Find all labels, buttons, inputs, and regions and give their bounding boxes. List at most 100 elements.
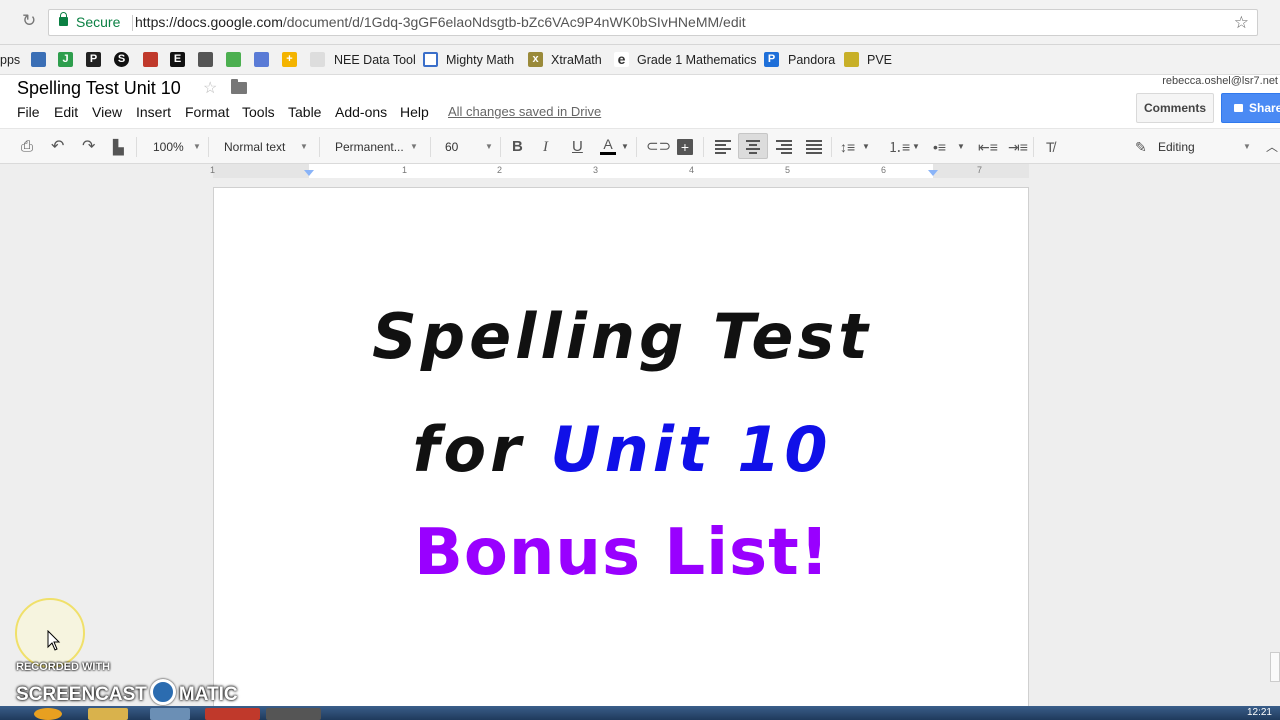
browser-address-area: › ↻ Secure https://docs.google.com/docum… xyxy=(0,0,1280,45)
heading-line-1[interactable]: Spelling Test xyxy=(214,300,1030,373)
chevron-up-icon[interactable]: ︿ xyxy=(1266,137,1278,157)
redo-icon[interactable]: ↷ xyxy=(82,137,95,157)
italic-icon[interactable]: I xyxy=(543,137,548,157)
bookmark-icon[interactable]: P xyxy=(86,52,101,67)
watermark-logo: SCREENCAST MATIC xyxy=(16,679,238,706)
taskbar: 12:21 xyxy=(0,706,1280,720)
link-icon[interactable]: ⊂⊃ xyxy=(646,137,671,157)
bookmark-icon[interactable]: P xyxy=(764,52,779,67)
bookmark-nee-data-tool[interactable]: NEE Data Tool xyxy=(334,52,416,68)
reload-icon[interactable]: ↻ xyxy=(22,11,36,31)
add-comment-icon[interactable]: + xyxy=(677,139,693,155)
paint-format-icon[interactable]: ▙ xyxy=(113,137,124,157)
taskbar-folder-icon[interactable] xyxy=(88,708,128,720)
font-size-dropdown[interactable]: 60 ▼ xyxy=(445,138,495,156)
heading-line-3[interactable]: Bonus List! xyxy=(214,516,1030,590)
bookmark-apps[interactable]: pps xyxy=(0,52,20,68)
line-spacing-icon[interactable]: ↕≡ xyxy=(840,137,855,157)
decrease-indent-icon[interactable]: ⇤≡ xyxy=(978,137,998,157)
bookmark-pandora[interactable]: Pandora xyxy=(788,52,835,68)
ruler-band xyxy=(213,164,1028,178)
bookmark-icon[interactable] xyxy=(423,52,438,67)
bookmark-icon[interactable] xyxy=(31,52,46,67)
menu-table[interactable]: Table xyxy=(288,104,321,120)
clear-formatting-icon[interactable]: T̸ xyxy=(1046,137,1055,157)
document-title[interactable]: Spelling Test Unit 10 xyxy=(17,78,181,99)
bookmark-icon[interactable]: E xyxy=(170,52,185,67)
menu-add-ons[interactable]: Add-ons xyxy=(335,104,387,120)
start-button-icon[interactable] xyxy=(34,708,62,720)
menu-view[interactable]: View xyxy=(92,104,122,120)
bookmark-icon[interactable] xyxy=(844,52,859,67)
lock-icon xyxy=(59,12,68,26)
bookmark-icon[interactable] xyxy=(310,52,325,67)
increase-indent-icon[interactable]: ⇥≡ xyxy=(1008,137,1028,157)
ruler-number: 2 xyxy=(497,165,503,175)
ruler-number: 1 xyxy=(210,165,216,175)
paragraph-style-dropdown[interactable]: Normal text ▼ xyxy=(224,138,310,156)
document-page[interactable]: Spelling Test for Unit 10 Bonus List! xyxy=(213,187,1029,707)
bookmark-grade-1-mathematics[interactable]: Grade 1 Mathematics xyxy=(637,52,757,68)
taskbar-app-icon[interactable] xyxy=(150,708,190,720)
bookmark-mighty-math[interactable]: Mighty Math xyxy=(446,52,514,68)
editing-mode-dropdown[interactable]: Editing ▼ xyxy=(1158,138,1253,156)
bookmark-icon[interactable] xyxy=(254,52,269,67)
bookmark-icon[interactable]: J xyxy=(58,52,73,67)
chevron-down-icon[interactable]: ▼ xyxy=(862,137,870,157)
bookmark-pve[interactable]: PVE xyxy=(867,52,892,68)
menu-insert[interactable]: Insert xyxy=(136,104,171,120)
divider xyxy=(1033,137,1034,157)
bookmark-icon[interactable] xyxy=(198,52,213,67)
chevron-down-icon[interactable]: ▼ xyxy=(957,137,965,157)
divider xyxy=(636,137,637,157)
font-dropdown[interactable]: Permanent... ▼ xyxy=(335,138,419,156)
share-button[interactable]: Share xyxy=(1221,93,1280,123)
folder-icon[interactable] xyxy=(231,79,247,94)
chevron-down-icon: ▼ xyxy=(1243,142,1251,151)
justify-icon[interactable] xyxy=(806,140,822,154)
text-color-icon[interactable]: A xyxy=(600,137,616,155)
underline-icon[interactable]: U xyxy=(572,137,583,157)
ruler-number: 7 xyxy=(977,165,983,175)
bulleted-list-icon[interactable]: •≡ xyxy=(933,137,946,157)
taskbar-chrome-icon[interactable] xyxy=(205,708,260,720)
menu-tools[interactable]: Tools xyxy=(242,104,275,120)
bookmark-xtramath[interactable]: XtraMath xyxy=(551,52,602,68)
bold-icon[interactable]: B xyxy=(512,137,523,157)
save-status[interactable]: All changes saved in Drive xyxy=(448,104,601,119)
menu-file[interactable]: File xyxy=(17,104,40,120)
mouse-cursor-icon xyxy=(47,630,61,651)
chevron-down-icon[interactable]: ▼ xyxy=(912,137,920,157)
align-right-icon[interactable] xyxy=(776,140,792,154)
star-icon[interactable]: ☆ xyxy=(203,78,217,98)
undo-icon[interactable]: ↶ xyxy=(51,137,64,157)
scrollbar[interactable] xyxy=(1270,652,1280,682)
align-center-icon[interactable] xyxy=(738,133,768,159)
zoom-dropdown[interactable]: 100% ▼ xyxy=(153,138,203,156)
bookmark-icon[interactable]: + xyxy=(282,52,297,67)
bookmark-star-icon[interactable]: ☆ xyxy=(1234,10,1249,35)
bookmark-icon[interactable]: S xyxy=(114,52,129,67)
right-indent-marker[interactable] xyxy=(928,170,938,176)
menu-help[interactable]: Help xyxy=(400,104,429,120)
url-text[interactable]: https://docs.google.com/document/d/1Gdq-… xyxy=(135,10,746,35)
taskbar-app-icon[interactable] xyxy=(266,708,321,720)
menu-format[interactable]: Format xyxy=(185,104,229,120)
heading-line-2[interactable]: for Unit 10 xyxy=(214,413,1030,486)
bookmark-icon[interactable]: x xyxy=(528,52,543,67)
print-icon[interactable]: ⎙ xyxy=(21,137,33,157)
align-left-icon[interactable] xyxy=(715,140,731,154)
divider xyxy=(136,137,137,157)
numbered-list-icon[interactable]: ⒈≡ xyxy=(888,137,910,157)
menu-edit[interactable]: Edit xyxy=(54,104,78,120)
bookmark-icon[interactable] xyxy=(143,52,158,67)
left-indent-marker[interactable] xyxy=(304,170,314,176)
comments-button[interactable]: Comments xyxy=(1136,93,1214,123)
chevron-down-icon[interactable]: ▼ xyxy=(621,137,629,157)
chevron-down-icon: ▼ xyxy=(300,142,308,151)
bookmark-icon[interactable]: e xyxy=(614,52,629,67)
share-label: Share xyxy=(1249,101,1280,115)
address-bar[interactable]: Secure https://docs.google.com/document/… xyxy=(48,9,1258,36)
user-email[interactable]: rebecca.oshel@lsr7.net xyxy=(1162,75,1278,87)
bookmark-icon[interactable] xyxy=(226,52,241,67)
